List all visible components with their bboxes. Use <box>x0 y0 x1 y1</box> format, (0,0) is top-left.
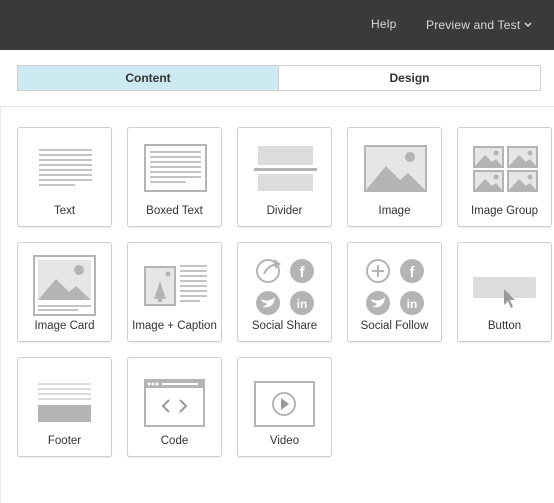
preview-and-test-menu[interactable]: Preview and Test <box>426 17 532 32</box>
block-footer[interactable]: Footer <box>17 357 112 457</box>
image-group-icon <box>473 146 538 192</box>
footer-icon <box>38 383 91 422</box>
block-label: Button <box>487 320 522 332</box>
block-label: Image + Caption <box>132 320 217 332</box>
block-label: Footer <box>47 435 82 447</box>
block-label: Boxed Text <box>146 205 203 217</box>
block-label: Social Share <box>251 320 318 332</box>
tab-content[interactable]: Content <box>18 66 279 90</box>
block-text[interactable]: Text <box>17 127 112 227</box>
svg-text:in: in <box>407 297 418 311</box>
block-social-follow[interactable]: f in Social Follow <box>347 242 442 342</box>
help-link[interactable]: Help <box>371 17 396 31</box>
block-label: Text <box>53 205 76 217</box>
block-boxed-text[interactable]: Boxed Text <box>127 127 222 227</box>
top-bar: Help Preview and Test <box>0 0 554 50</box>
content-design-tabs: Content Design <box>17 65 541 91</box>
tab-design[interactable]: Design <box>279 66 540 90</box>
panel-left-border <box>0 107 1 503</box>
block-social-share[interactable]: f in Social Share <box>237 242 332 342</box>
button-icon <box>473 277 536 308</box>
block-label: Social Follow <box>360 320 429 332</box>
block-video[interactable]: Video <box>237 357 332 457</box>
block-label: Image Group <box>470 205 539 217</box>
block-image-group[interactable]: Image Group <box>457 127 552 227</box>
section-divider <box>0 106 554 107</box>
preview-and-test-label: Preview and Test <box>426 18 521 32</box>
block-label: Image <box>378 205 411 217</box>
image-icon <box>364 145 427 192</box>
video-icon <box>254 381 315 427</box>
block-image-caption[interactable]: Image + Caption <box>127 242 222 342</box>
block-label: Video <box>269 435 300 447</box>
chevron-down-icon <box>524 17 532 31</box>
text-icon <box>39 149 92 186</box>
divider-icon <box>254 146 317 191</box>
block-code[interactable]: Code <box>127 357 222 457</box>
block-divider[interactable]: Divider <box>237 127 332 227</box>
boxed-text-icon <box>144 144 207 192</box>
image-card-icon <box>33 255 96 316</box>
svg-text:in: in <box>297 297 308 311</box>
block-button[interactable]: Button <box>457 242 552 342</box>
block-image-card[interactable]: Image Card <box>17 242 112 342</box>
block-label: Divider <box>266 205 303 217</box>
block-image[interactable]: Image <box>347 127 442 227</box>
block-label: Image Card <box>34 320 95 332</box>
social-share-icon: f in <box>256 259 314 315</box>
block-label: Code <box>160 435 189 447</box>
code-icon <box>144 379 205 427</box>
social-follow-icon: f in <box>366 259 424 315</box>
image-caption-icon <box>144 265 207 306</box>
